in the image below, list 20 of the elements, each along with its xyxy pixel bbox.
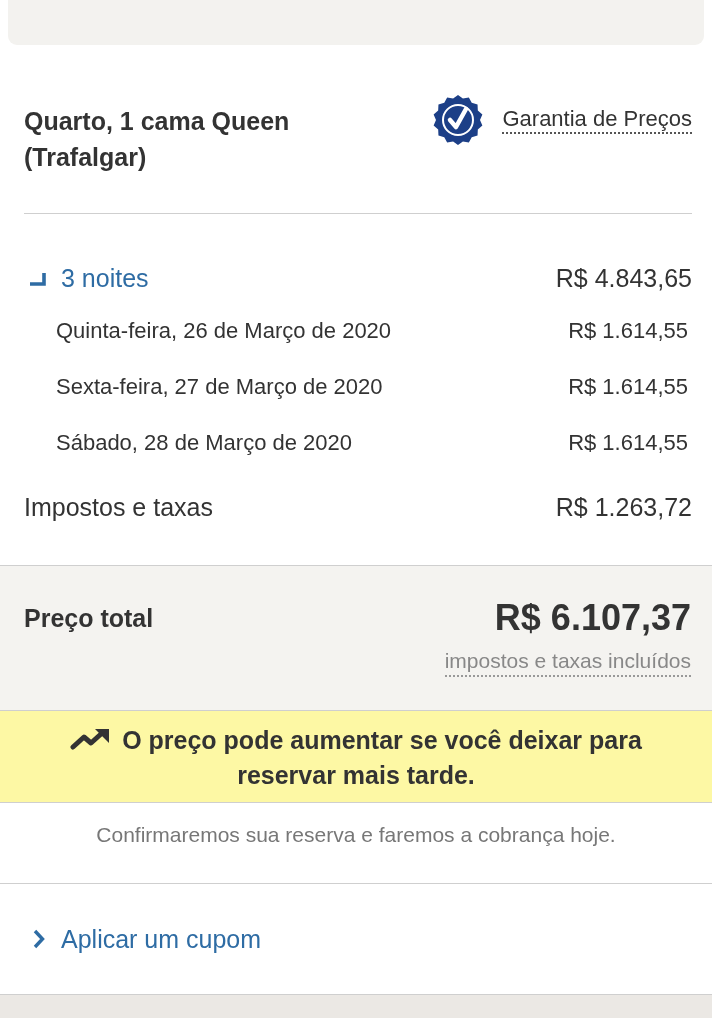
verified-seal-icon [433,95,484,145]
nights-toggle[interactable]: 3 noites [24,260,149,296]
taxes-price: R$ 1.263,72 [555,492,692,522]
night-date: Sábado, 28 de Março de 2020 [56,430,352,456]
price-guarantee-link[interactable]: Garantia de Preços [502,106,692,134]
apply-coupon-link[interactable]: Aplicar um cupom [33,921,262,957]
booking-notice: Confirmaremos sua reserva e faremos a cobrança hoje. [95,822,617,848]
room-title: Quarto, 1 cama Queen (Trafalgar) [24,106,291,173]
night-price: R$ 1.614,55 [568,374,688,400]
night-date: Sexta-feira, 27 de Março de 2020 [56,374,383,400]
night-date: Quinta-feira, 26 de Março de 2020 [56,318,392,344]
trending-up-icon [70,728,111,750]
stay-price: R$ 4.843,65 [555,263,692,293]
total-label: Preço total [24,603,154,634]
night-price: R$ 1.614,55 [568,318,688,344]
night-price: R$ 1.614,55 [568,430,688,456]
taxes-label: Impostos e taxas [24,492,213,522]
price-alert-message: O preço pode aumentar se você deixar para reservar mais tarde. [122,726,642,789]
total-price: R$ 6.107,37 [494,596,691,640]
taxes-included-link[interactable]: impostos e taxas incluídos [444,647,691,677]
